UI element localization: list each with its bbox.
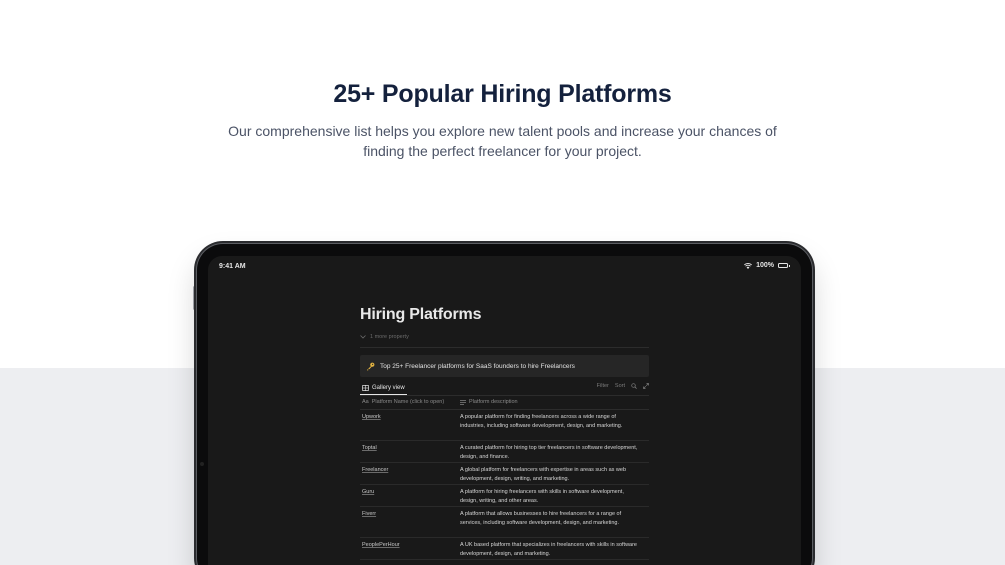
platform-description: A platform that allows businesses to hir…: [460, 511, 622, 526]
table-row[interactable]: Upwork A popular platform for finding fr…: [360, 410, 649, 441]
battery-percent: 100%: [756, 262, 774, 269]
key-icon: [366, 362, 375, 371]
gallery-icon: [362, 384, 369, 391]
filter-button[interactable]: Filter: [597, 383, 609, 389]
table-row[interactable]: PeoplePerHour A UK based platform that s…: [360, 538, 649, 560]
platform-description: A popular platform for finding freelance…: [460, 414, 623, 429]
sort-button[interactable]: Sort: [615, 383, 625, 389]
platform-name-link[interactable]: Toptal: [362, 445, 377, 451]
column-header-description-label: Platform description: [469, 399, 518, 405]
tablet-screen: 9:41 AM 100% Hiring Platforms 1 more pro…: [208, 256, 801, 565]
more-property-label: 1 more property: [370, 334, 409, 340]
tablet-device: 9:41 AM 100% Hiring Platforms 1 more pro…: [197, 244, 812, 565]
wifi-icon: [744, 262, 753, 269]
platform-description: A curated platform for hiring top tier f…: [460, 445, 638, 460]
platform-name-link[interactable]: PeoplePerHour: [362, 542, 400, 548]
table-row[interactable]: Freelancer A global platform for freelan…: [360, 463, 649, 485]
search-icon[interactable]: [631, 383, 637, 389]
column-header-description[interactable]: Platform description: [460, 399, 518, 405]
callout-block: Top 25+ Freelancer platforms for SaaS fo…: [360, 355, 649, 377]
divider: [360, 395, 649, 396]
tab-gallery-view[interactable]: Gallery view: [360, 381, 407, 395]
device-power-button: [193, 286, 196, 310]
more-property-toggle[interactable]: 1 more property: [360, 334, 409, 340]
status-indicators: 100%: [744, 262, 790, 269]
table-row[interactable]: Toptal A curated platform for hiring top…: [360, 441, 649, 463]
table-row[interactable]: Fiverr A platform that allows businesses…: [360, 507, 649, 538]
view-actions: Filter Sort: [597, 383, 649, 389]
camera-dot: [200, 462, 204, 466]
page-title: Hiring Platforms: [360, 306, 482, 323]
battery-icon: [778, 263, 790, 268]
divider: [360, 347, 649, 348]
table-row[interactable]: Guru A platform for hiring freelancers w…: [360, 485, 649, 507]
lines-icon: [460, 399, 466, 405]
callout-text: Top 25+ Freelancer platforms for SaaS fo…: [380, 362, 575, 370]
tab-gallery-label: Gallery view: [372, 384, 405, 391]
column-header-name[interactable]: Aa Platform Name (click to open): [362, 399, 444, 405]
column-header-name-label: Platform Name (click to open): [371, 399, 445, 405]
platform-name-link[interactable]: Upwork: [362, 414, 381, 420]
hero-title: 25+ Popular Hiring Platforms: [333, 80, 672, 108]
platform-name-link[interactable]: Freelancer: [362, 467, 388, 473]
status-time: 9:41 AM: [219, 263, 246, 270]
expand-icon[interactable]: [643, 383, 649, 389]
hero-subtitle: Our comprehensive list helps you explore…: [228, 123, 777, 159]
view-toolbar: Gallery view Filter Sort: [360, 381, 649, 395]
platform-description: A global platform for freelancers with e…: [460, 467, 626, 482]
chevron-down-icon: [360, 335, 366, 339]
platform-description: A platform for hiring freelancers with s…: [460, 489, 624, 504]
platform-name-link[interactable]: Fiverr: [362, 511, 376, 517]
text-type-icon: Aa: [362, 399, 369, 405]
platform-description: A UK based platform that specializes in …: [460, 542, 637, 557]
platform-name-link[interactable]: Guru: [362, 489, 374, 495]
